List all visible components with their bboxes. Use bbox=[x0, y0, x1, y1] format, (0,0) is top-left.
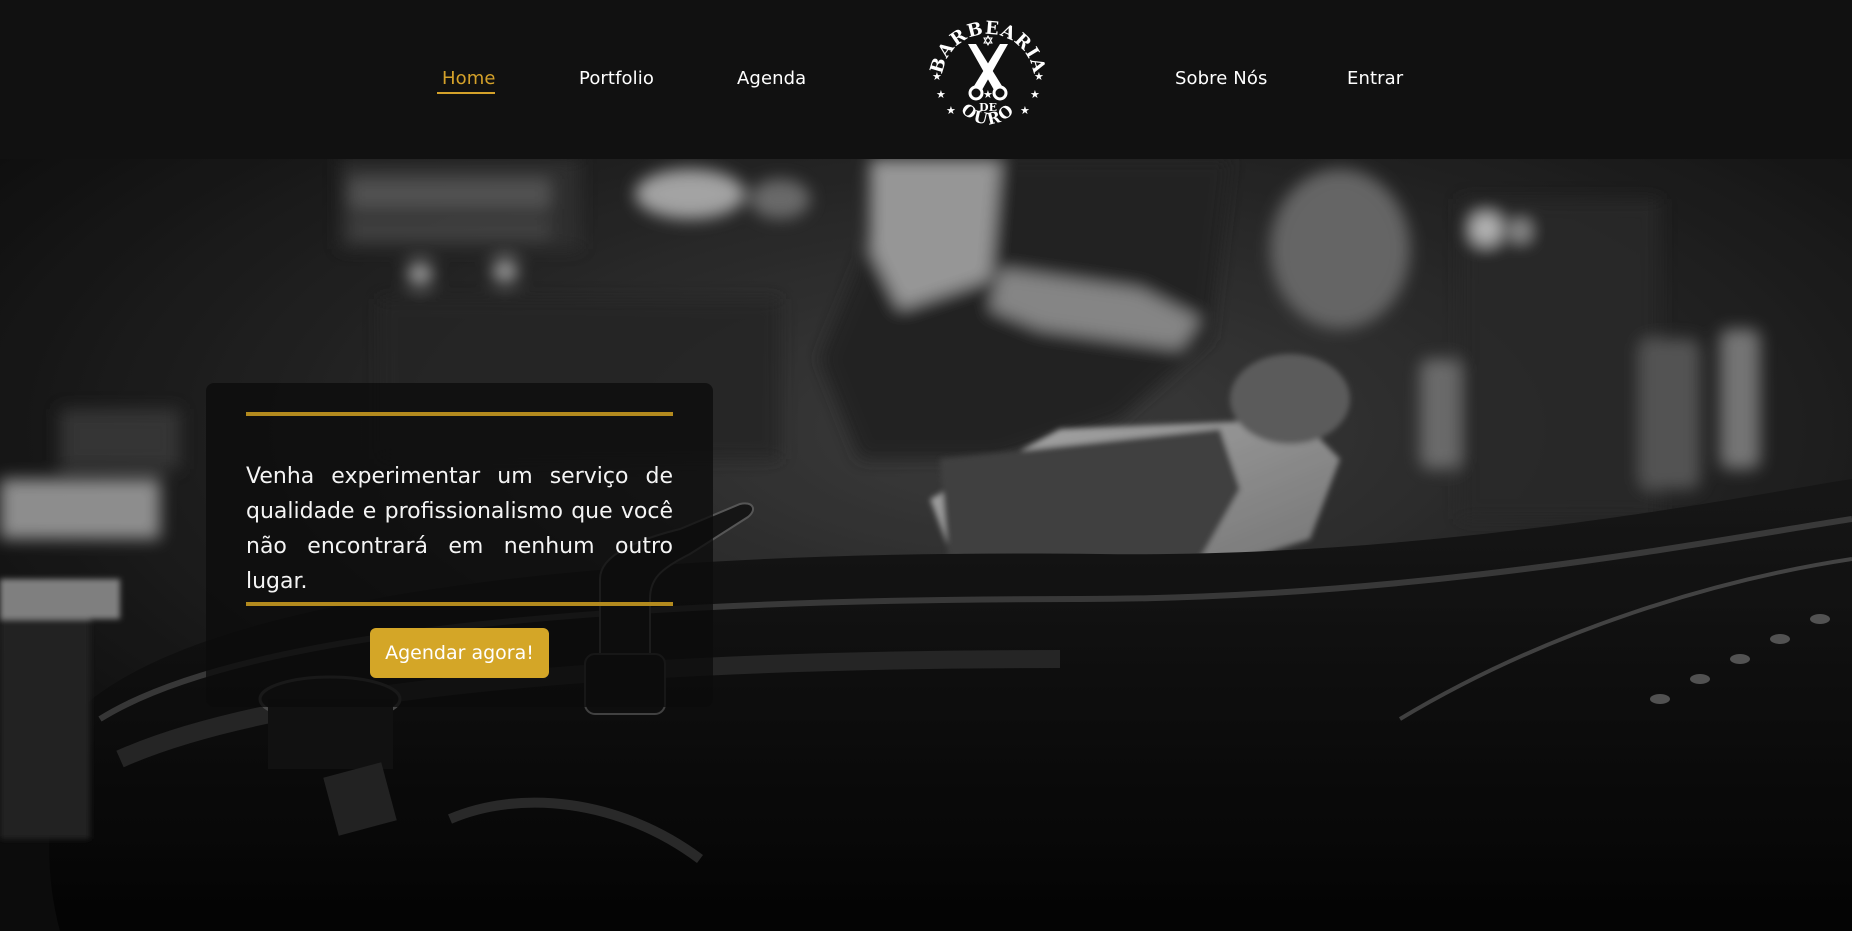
nav-portfolio[interactable]: Portfolio bbox=[579, 68, 654, 89]
svg-text:★: ★ bbox=[932, 70, 942, 83]
nav-home-underline bbox=[437, 92, 495, 94]
svg-text:★: ★ bbox=[1034, 70, 1044, 83]
svg-text:DE: DE bbox=[979, 101, 997, 114]
svg-text:★: ★ bbox=[1020, 104, 1030, 117]
svg-text:★: ★ bbox=[936, 88, 946, 101]
hero-message: Venha experimentar um serviço de qualida… bbox=[246, 464, 673, 594]
page: Home Portfolio Agenda BARBEARIA OURO DE bbox=[0, 0, 1852, 931]
svg-text:★: ★ bbox=[946, 104, 956, 117]
barbearia-logo[interactable]: BARBEARIA OURO DE ★ ★ ★ ★ ★ ★ ★ bbox=[924, 14, 1052, 144]
nav-entrar[interactable]: Entrar bbox=[1347, 68, 1403, 89]
hero-card: Venha experimentar um serviço de qualida… bbox=[206, 383, 713, 707]
nav-sobre-nos[interactable]: Sobre Nós bbox=[1175, 68, 1267, 89]
card-bottom-divider bbox=[246, 602, 673, 606]
svg-text:★: ★ bbox=[1030, 88, 1040, 101]
svg-text:★: ★ bbox=[983, 88, 993, 101]
logo-emblem: BARBEARIA OURO DE ★ ★ ★ ★ ★ ★ ★ bbox=[926, 18, 1048, 129]
site-header: Home Portfolio Agenda BARBEARIA OURO DE bbox=[0, 0, 1852, 159]
card-top-divider bbox=[246, 412, 673, 416]
nav-agenda[interactable]: Agenda bbox=[737, 68, 806, 89]
nav-home[interactable]: Home bbox=[442, 68, 496, 89]
hero-section: Venha experimentar um serviço de qualida… bbox=[0, 159, 1852, 931]
agendar-agora-button[interactable]: Agendar agora! bbox=[370, 628, 549, 678]
